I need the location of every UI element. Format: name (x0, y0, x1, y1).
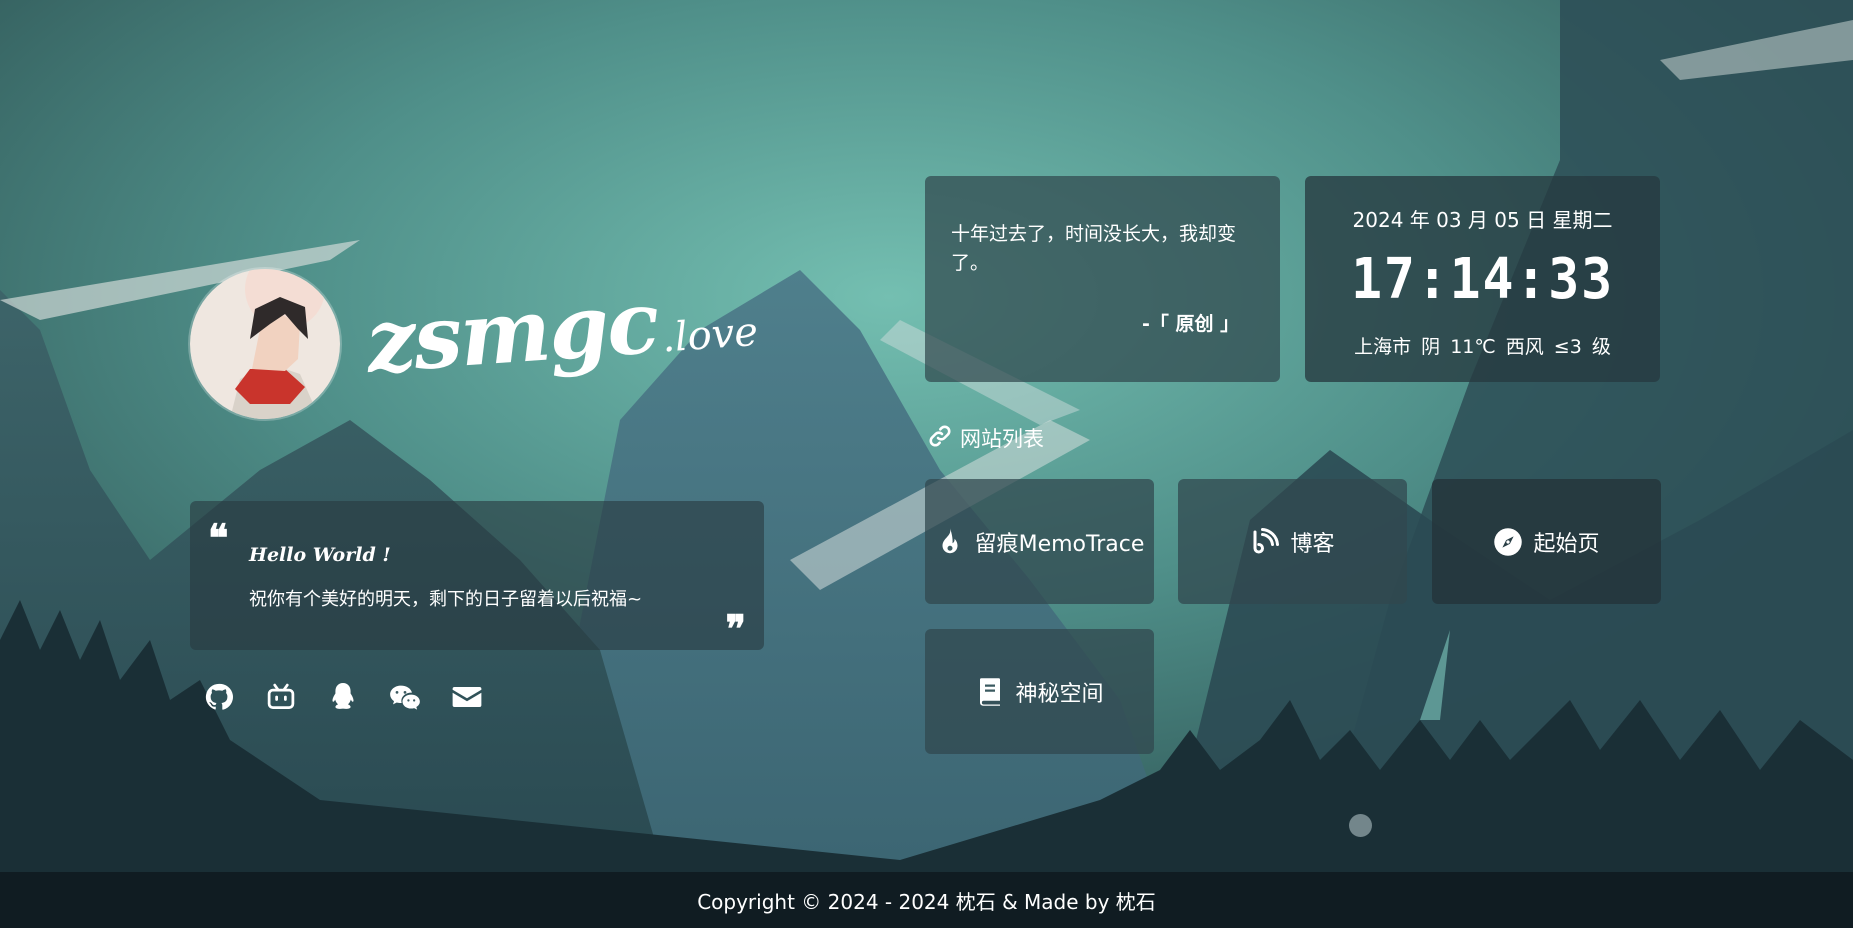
site-link-blog[interactable]: 博客 (1178, 479, 1407, 604)
site-list-heading: 网站列表 (928, 423, 1044, 453)
site-link-secret-space[interactable]: 神秘空间 (925, 629, 1154, 754)
bilibili-icon[interactable] (265, 681, 297, 713)
qq-icon[interactable] (327, 681, 359, 713)
hello-title: Hello World ! (249, 544, 391, 566)
site-link-startpage[interactable]: 起始页 (1432, 479, 1661, 604)
avatar (190, 269, 340, 419)
site-list-title: 网站列表 (960, 427, 1044, 451)
quote-author: -「 原创 」 (1142, 313, 1240, 335)
book-icon (975, 677, 1005, 707)
time-card: 2024 年 03 月 05 日 星期二 17:14:33 上海市 阴 11℃ … (1305, 176, 1660, 382)
quote-close-icon: ❞ (725, 606, 746, 651)
clock-display: 17:14:33 (1351, 247, 1614, 312)
copyright-text: Copyright © 2024 - 2024 枕石 & Made by 枕石 (697, 889, 1156, 914)
email-icon[interactable] (451, 681, 483, 713)
background-landscape (0, 0, 1853, 928)
scroll-indicator-dot[interactable] (1349, 814, 1372, 837)
logo-main-text: zsmgc (363, 271, 661, 393)
date-display: 2024 年 03 月 05 日 星期二 (1352, 208, 1613, 232)
hello-text: 祝你有个美好的明天，剩下的日子留着以后祝福~ (249, 589, 643, 610)
site-link-memotrace[interactable]: 留痕MemoTrace (925, 479, 1154, 604)
blog-feed-icon (1250, 527, 1280, 557)
compass-icon (1493, 527, 1523, 557)
quote-open-icon: ❝ (208, 515, 229, 560)
link-icon (928, 424, 952, 453)
quote-text: 十年过去了，时间没长大，我却变了。 (951, 223, 1237, 274)
github-icon[interactable] (203, 681, 235, 713)
wechat-icon[interactable] (389, 681, 421, 713)
site-link-label: 留痕MemoTrace (974, 531, 1145, 557)
hello-card: ❝ Hello World ! 祝你有个美好的明天，剩下的日子留着以后祝福~ ❞ (190, 501, 764, 650)
site-link-label: 博客 (1290, 531, 1335, 557)
site-link-label: 神秘空间 (1015, 681, 1104, 707)
site-link-label: 起始页 (1533, 531, 1600, 557)
quote-card: 十年过去了，时间没长大，我却变了。 (925, 176, 1280, 382)
footer: Copyright © 2024 - 2024 枕石 & Made by 枕石 (0, 872, 1853, 928)
logo-sub-text: .love (660, 308, 760, 362)
weather-display: 上海市 阴 11℃ 西风 ≤3 级 (1354, 336, 1611, 358)
fire-icon (935, 527, 965, 557)
social-links (203, 681, 483, 713)
